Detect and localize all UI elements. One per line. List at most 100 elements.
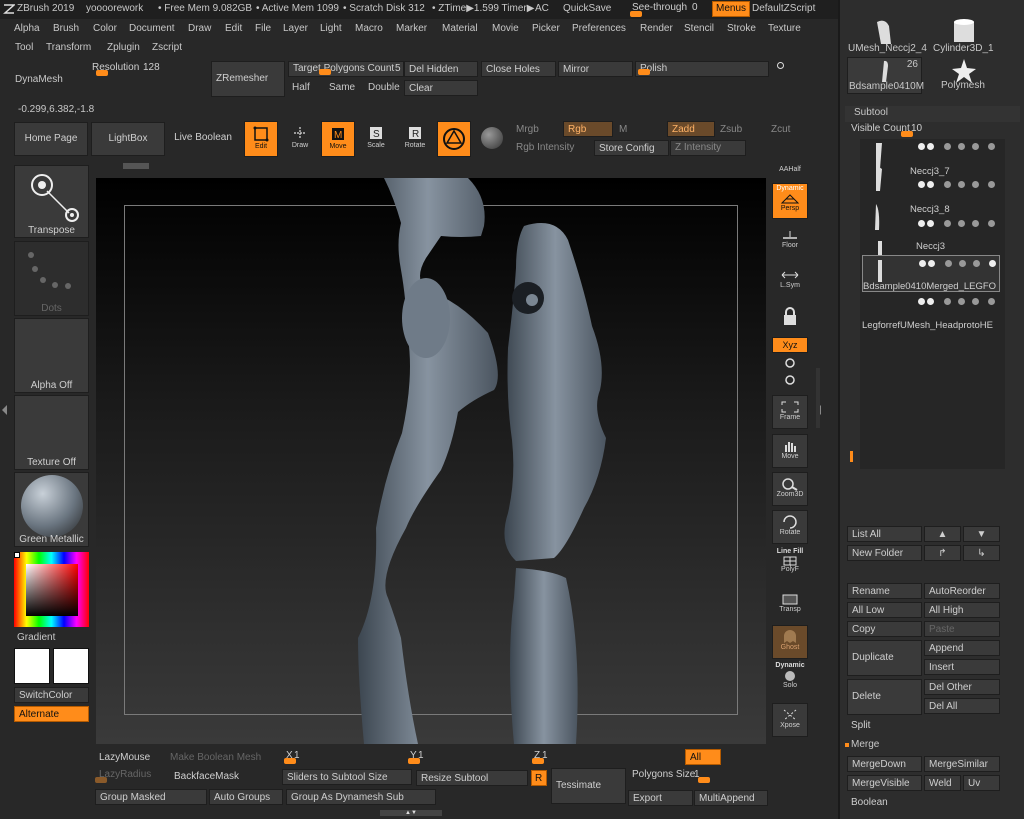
del-other-button[interactable]: Del Other (924, 679, 1000, 695)
backface-mask-button[interactable]: BackfaceMask (170, 769, 242, 785)
visible-count-slider[interactable]: Visible Count 10 (847, 122, 997, 138)
auto-groups-button[interactable]: Auto Groups (209, 789, 283, 805)
xpose-button[interactable]: Xpose (772, 703, 808, 737)
all-high-button[interactable]: All High (924, 602, 1000, 618)
x-size-slider[interactable]: X 1 (282, 749, 406, 765)
r-button[interactable]: R (531, 770, 547, 786)
rotate-button[interactable]: R Rotate (398, 121, 432, 157)
floor-button[interactable]: Floor (772, 224, 808, 258)
rgb-intensity-slider[interactable]: Rgb Intensity (516, 142, 574, 153)
polygons-size-slider[interactable]: Polygons Size 1 (628, 768, 768, 784)
rename-button[interactable]: Rename (847, 583, 922, 599)
dots-button[interactable]: Dots (14, 241, 89, 316)
multi-append-button[interactable]: MultiAppend (694, 790, 768, 806)
bottom-collapse-arrows-icon[interactable]: ▲▼ (380, 810, 442, 816)
main-color-swatch[interactable] (14, 648, 50, 684)
insert-button[interactable]: Insert (924, 659, 1000, 675)
menu-picker[interactable]: Picker (532, 23, 560, 34)
zoom3d-button[interactable]: Zoom3D (772, 472, 808, 506)
menu-layer[interactable]: Layer (283, 23, 308, 34)
canvas-viewport[interactable] (96, 178, 766, 744)
subtool-item-selected[interactable]: Bdsample0410Merged_LEGFO (862, 255, 1000, 292)
alternate-button[interactable]: Alternate (14, 706, 89, 722)
rotate-z-button[interactable] (772, 374, 808, 388)
merge-header[interactable]: Merge (845, 738, 1000, 754)
menu-draw[interactable]: Draw (188, 23, 211, 34)
menu-zscript[interactable]: Zscript (152, 42, 182, 53)
menu-render[interactable]: Render (640, 23, 673, 34)
z-size-slider[interactable]: Z 1 (530, 749, 680, 765)
group-as-dynamesh-sub-button[interactable]: Group As Dynamesh Sub (286, 789, 436, 805)
merge-similar-button[interactable]: MergeSimilar (924, 756, 1000, 772)
persp-button[interactable]: Dynamic Persp (772, 183, 808, 219)
zsub-button[interactable]: Zsub (720, 124, 742, 135)
copy-button[interactable]: Copy (847, 621, 922, 637)
menu-stencil[interactable]: Stencil (684, 23, 714, 34)
subtool-toggle-icons[interactable] (904, 181, 1000, 191)
gizmo-button[interactable] (437, 121, 471, 157)
move-up-button[interactable]: ▲ (924, 526, 961, 542)
menu-file[interactable]: File (255, 23, 271, 34)
viewport-scroll-tab[interactable] (123, 163, 149, 169)
alpha-off-button[interactable]: Alpha Off (14, 318, 89, 393)
menu-movie[interactable]: Movie (492, 23, 519, 34)
color-picker-handle[interactable] (14, 552, 20, 558)
close-holes-button[interactable]: Close Holes (481, 61, 556, 77)
y-size-slider[interactable]: Y 1 (406, 749, 530, 765)
aahalf-button[interactable]: AAHalf (772, 160, 808, 180)
color-picker[interactable] (14, 552, 89, 627)
target-polygons-slider[interactable]: Target Polygons Count 5 (288, 61, 404, 77)
list-all-button[interactable]: List All (847, 526, 922, 542)
z-size-knob[interactable] (532, 758, 544, 764)
all-low-button[interactable]: All Low (847, 602, 922, 618)
polish-circle-icon[interactable] (777, 62, 784, 69)
xyz-button[interactable]: Xyz (772, 337, 808, 353)
move-down-button[interactable]: ▼ (963, 526, 1000, 542)
clear-button[interactable]: Clear (404, 80, 478, 96)
lock-button[interactable] (772, 302, 808, 332)
folder-up-button[interactable]: ↱ (924, 545, 961, 561)
menu-color[interactable]: Color (93, 23, 117, 34)
menu-marker[interactable]: Marker (396, 23, 427, 34)
subtool-toggle-icons[interactable] (905, 260, 1001, 270)
boolean-button[interactable]: Boolean (847, 795, 1000, 811)
make-boolean-mesh-button[interactable]: Make Boolean Mesh (166, 750, 280, 766)
menu-document[interactable]: Document (129, 23, 175, 34)
left-collapse-arrow-icon[interactable] (2, 405, 7, 415)
menu-transform[interactable]: Transform (46, 42, 91, 53)
ghost-button[interactable]: Ghost (772, 625, 808, 659)
zcut-button[interactable]: Zcut (771, 124, 790, 135)
auto-reorder-button[interactable]: AutoReorder (924, 583, 1000, 599)
merge-down-button[interactable]: MergeDown (847, 756, 922, 772)
menu-edit[interactable]: Edit (225, 23, 242, 34)
double-button[interactable]: Double (368, 82, 400, 93)
rgb-button[interactable]: Rgb (563, 121, 613, 137)
menu-light[interactable]: Light (320, 23, 342, 34)
draw-button[interactable]: Draw (283, 121, 317, 157)
z-intensity-slider[interactable]: Z Intensity (670, 140, 746, 156)
export-button[interactable]: Export (628, 790, 693, 806)
home-page-button[interactable]: Home Page (14, 122, 88, 156)
default-zscript-button[interactable]: DefaultZScript (752, 3, 815, 14)
same-button[interactable]: Same (329, 82, 355, 93)
menu-alpha[interactable]: Alpha (14, 23, 40, 34)
resolution-slider[interactable]: Resolution 128 (88, 61, 208, 77)
lazy-radius-slider[interactable]: LazyRadius (95, 768, 167, 784)
half-button[interactable]: Half (292, 82, 310, 93)
all-button[interactable]: All (685, 749, 721, 765)
del-all-button[interactable]: Del All (924, 698, 1000, 714)
tool-thumb-bdsample[interactable]: 26 Bdsample0410M (847, 57, 924, 94)
tool-thumb-cylinder[interactable]: Cylinder3D_1 (926, 18, 1001, 56)
append-button[interactable]: Append (924, 640, 1000, 656)
tool-thumb-umesh[interactable]: UMesh_Neccj2_4 (847, 18, 927, 56)
see-through-knob[interactable] (630, 11, 642, 17)
sliders-to-subtool-size-button[interactable]: Sliders to Subtool Size (282, 769, 412, 785)
polygons-size-knob[interactable] (698, 777, 710, 783)
lsym-button[interactable]: L.Sym (772, 264, 808, 298)
right-shelf-scrollbar[interactable] (816, 368, 820, 428)
scale-button[interactable]: S Scale (359, 121, 393, 157)
duplicate-button[interactable]: Duplicate (847, 640, 922, 676)
mrgb-button[interactable]: Mrgb (516, 124, 539, 135)
weld-button[interactable]: Weld (924, 775, 961, 791)
menu-brush[interactable]: Brush (53, 23, 79, 34)
